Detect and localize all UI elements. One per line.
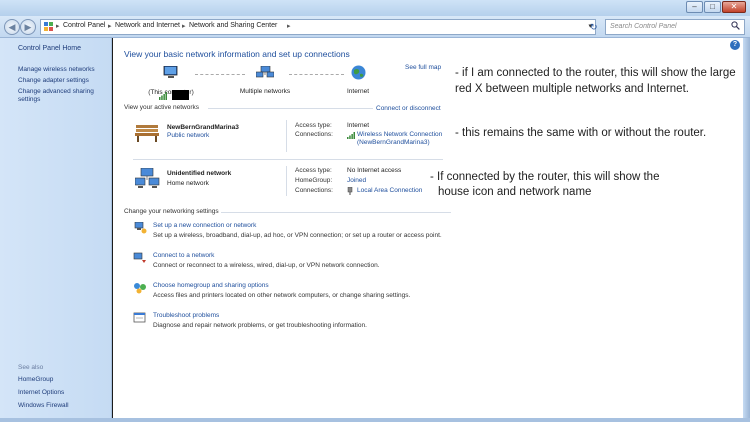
refresh-icon[interactable]: ↻ <box>590 19 602 35</box>
network-name: NewBernGrandMarina3 <box>167 124 239 131</box>
breadcrumb-separator[interactable]: ▸ <box>287 22 291 30</box>
active-network-wireless: NewBernGrandMarina3 Public network Acces… <box>133 120 443 154</box>
connect-network-icon <box>133 252 147 266</box>
sidebar-manage-wireless[interactable]: Manage wireless networks <box>18 66 106 74</box>
task-description: Access files and printers located on oth… <box>153 292 411 299</box>
task-description: Connect or reconnect to a wireless, wire… <box>153 262 380 269</box>
connections-label: Connections: <box>295 187 333 194</box>
search-icon[interactable] <box>731 21 740 32</box>
network-type: Home network <box>167 180 209 187</box>
connect-disconnect-link[interactable]: Connect or disconnect <box>376 105 441 112</box>
access-type-value: No Internet access <box>347 167 402 174</box>
redacted-computer-name <box>172 90 189 100</box>
back-button[interactable]: ◀ <box>4 19 20 35</box>
wifi-signal-icon <box>347 132 355 141</box>
section-divider <box>208 108 373 109</box>
navigation-bar: ◀ ▶ ▸ Control Panel ▸ Network and Intern… <box>0 16 750 38</box>
wireless-connection-link[interactable]: Wireless Network Connection (NewBernGran… <box>357 131 452 147</box>
sidebar-change-adapter[interactable]: Change adapter settings <box>18 77 106 85</box>
address-bar[interactable]: ▸ Control Panel ▸ Network and Internet ▸… <box>40 19 596 35</box>
unidentified-network-icon <box>134 167 163 190</box>
annotation-remains-same: - this remains the same with or without … <box>455 127 707 139</box>
see-also-label: See also <box>18 364 44 371</box>
access-type-value: Internet <box>347 122 370 129</box>
search-placeholder: Search Control Panel <box>610 23 677 30</box>
minimize-button[interactable]: – <box>686 1 703 13</box>
control-panel-icon <box>44 21 54 34</box>
network-name: Unidentified network <box>167 170 232 177</box>
task-title[interactable]: Set up a new connection or network <box>153 222 256 229</box>
multiple-networks-label: Multiple networks <box>239 88 291 95</box>
access-type-label: Access type: <box>295 167 332 174</box>
see-also-internet-options[interactable]: Internet Options <box>18 389 69 397</box>
help-icon[interactable]: ? <box>730 40 740 50</box>
troubleshoot-icon <box>133 312 147 326</box>
network-type-link[interactable]: Public network <box>167 132 209 139</box>
network-separator <box>286 120 287 152</box>
window-right-border <box>743 38 750 418</box>
connections-label: Connections: <box>295 131 333 138</box>
window-bottom-border <box>0 418 750 422</box>
active-networks-label: View your active networks <box>124 104 200 111</box>
see-also-windows-firewall[interactable]: Windows Firewall <box>18 402 69 410</box>
close-button[interactable]: ✕ <box>722 1 746 13</box>
network-separator <box>286 166 287 196</box>
breadcrumb-network-internet[interactable]: Network and Internet <box>115 22 180 29</box>
annotation-router-line1: - If connected by the router, this will … <box>430 171 660 183</box>
public-network-bench-icon <box>135 124 159 142</box>
task-description: Diagnose and repair network problems, or… <box>153 322 367 329</box>
sidebar: Control Panel Home Manage wireless netwo… <box>0 38 112 418</box>
title-bar: – □ ✕ <box>0 0 750 16</box>
breadcrumb-control-panel[interactable]: Control Panel <box>63 22 105 29</box>
homegroup-icon <box>133 282 147 296</box>
internet-label: Internet <box>346 88 370 95</box>
multiple-networks-icon <box>255 65 275 79</box>
section-divider <box>221 212 451 213</box>
ethernet-icon <box>347 186 353 197</box>
task-title[interactable]: Troubleshoot problems <box>153 312 219 319</box>
local-area-connection-link[interactable]: Local Area Connection <box>357 187 422 194</box>
sidebar-advanced-sharing[interactable]: Change advanced sharing settings <box>18 88 106 104</box>
task-title[interactable]: Connect to a network <box>153 252 214 259</box>
search-input[interactable]: Search Control Panel <box>605 19 745 35</box>
sidebar-home-link[interactable]: Control Panel Home <box>18 45 81 52</box>
globe-icon <box>351 65 366 80</box>
network-map: (This computer) Multiple networks Intern… <box>113 62 453 102</box>
see-also-homegroup[interactable]: HomeGroup <box>18 376 69 384</box>
homegroup-joined-link[interactable]: Joined <box>347 177 366 184</box>
task-title[interactable]: Choose homegroup and sharing options <box>153 282 269 289</box>
maximize-button[interactable]: □ <box>704 1 721 13</box>
page-title: View your basic network information and … <box>124 49 350 59</box>
computer-icon <box>163 65 179 79</box>
breadcrumb-separator: ▸ <box>56 23 60 30</box>
annotation-red-x: - if I am connected to the router, this … <box>455 67 736 95</box>
access-type-label: Access type: <box>295 122 332 129</box>
wifi-signal-icon <box>159 92 167 100</box>
active-network-unidentified: Unidentified network Home network Access… <box>133 166 443 202</box>
network-sharing-center-window: – □ ✕ ◀ ▶ ▸ Control Panel ▸ Network and … <box>0 0 750 422</box>
breadcrumb-separator[interactable]: ▸ <box>108 22 112 30</box>
setup-connection-icon <box>133 221 147 236</box>
annotation-router-line2: house icon and network name <box>438 186 592 198</box>
multiple-networks-node: Multiple networks <box>235 65 295 95</box>
breadcrumb-network-sharing-center[interactable]: Network and Sharing Center <box>189 22 277 29</box>
internet-node: Internet <box>333 65 383 95</box>
section-divider <box>133 159 443 160</box>
homegroup-label: HomeGroup: <box>295 177 333 184</box>
task-description: Set up a wireless, broadband, dial-up, a… <box>153 232 442 239</box>
forward-button[interactable]: ▶ <box>20 19 36 35</box>
change-settings-label: Change your networking settings <box>124 208 219 215</box>
main-content: ? View your basic network information an… <box>113 38 743 418</box>
breadcrumb-separator[interactable]: ▸ <box>182 22 186 30</box>
